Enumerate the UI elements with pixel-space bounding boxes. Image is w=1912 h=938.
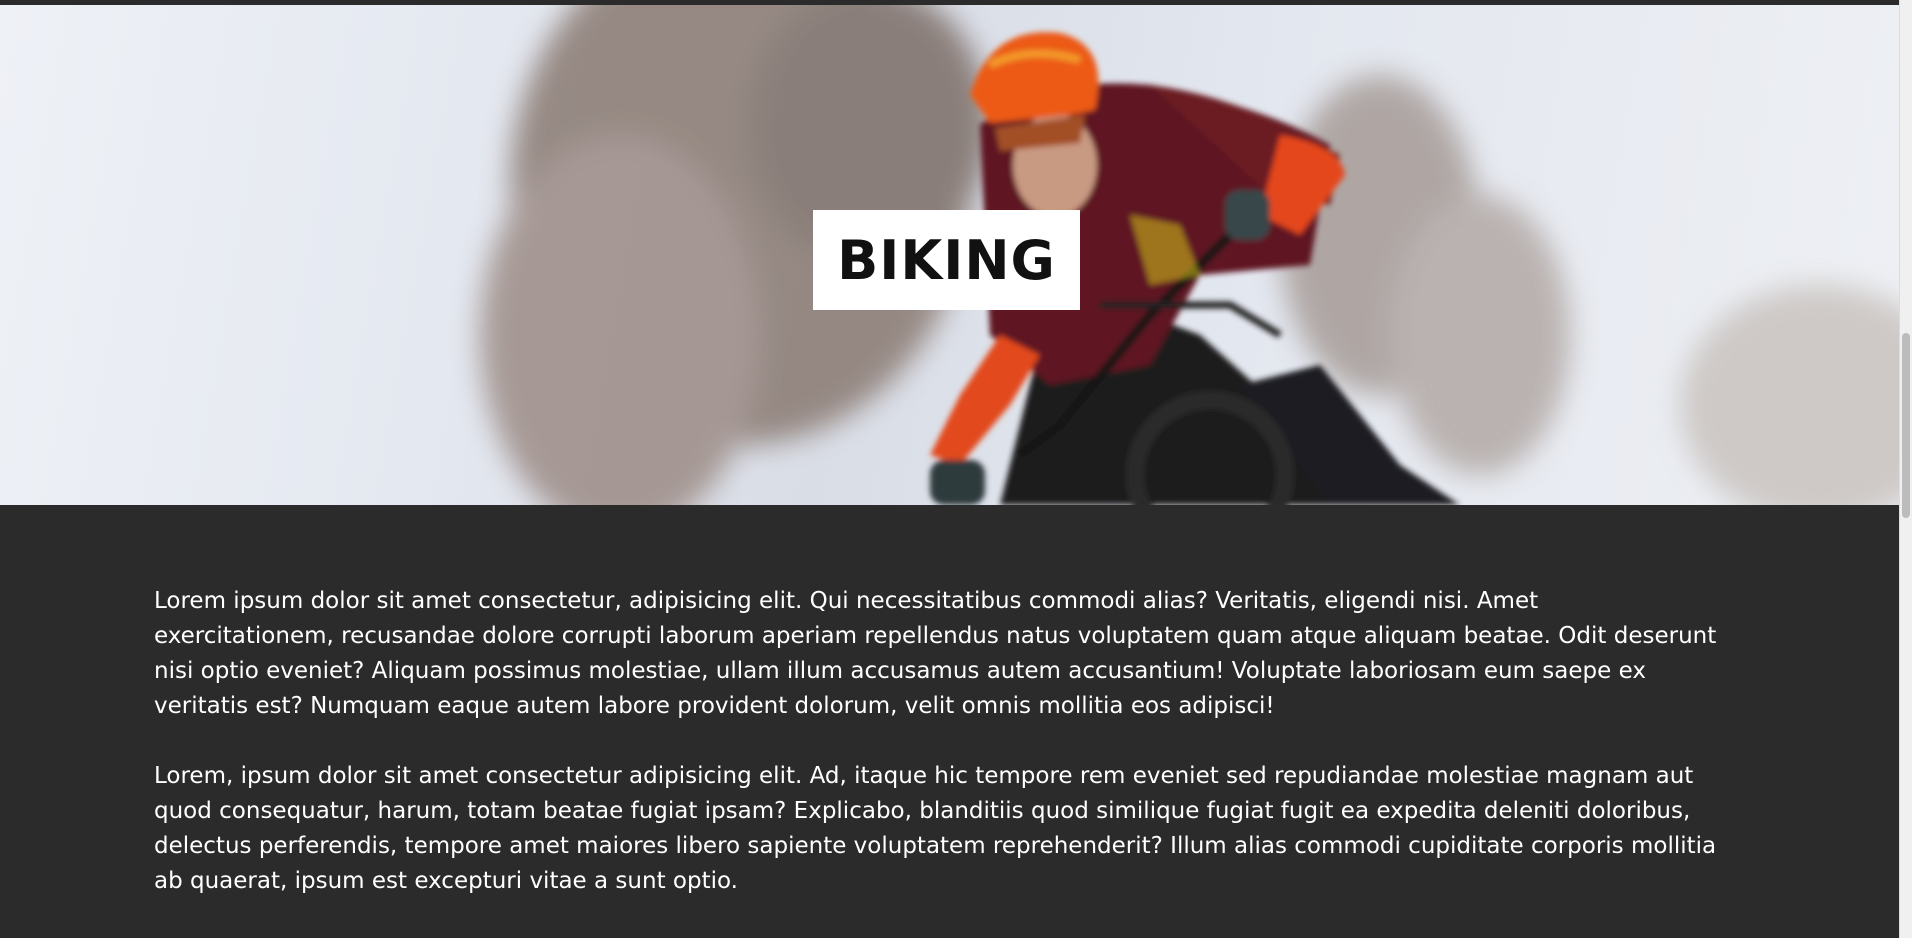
vertical-scrollbar[interactable] [1899,0,1912,938]
page-title-box: BIKING [813,210,1080,310]
page: BIKING Lorem ipsum dolor sit amet consec… [0,0,1912,938]
hero-banner: BIKING [0,5,1900,505]
page-title: BIKING [837,228,1056,292]
paragraph-2: Lorem, ipsum dolor sit amet consectetur … [154,763,1717,894]
paragraph-1: Lorem ipsum dolor sit amet consectetur, … [154,588,1717,719]
scrollbar-thumb[interactable] [1902,333,1910,518]
article-content: Lorem ipsum dolor sit amet consectetur, … [154,584,1724,934]
top-strip [0,0,1900,5]
